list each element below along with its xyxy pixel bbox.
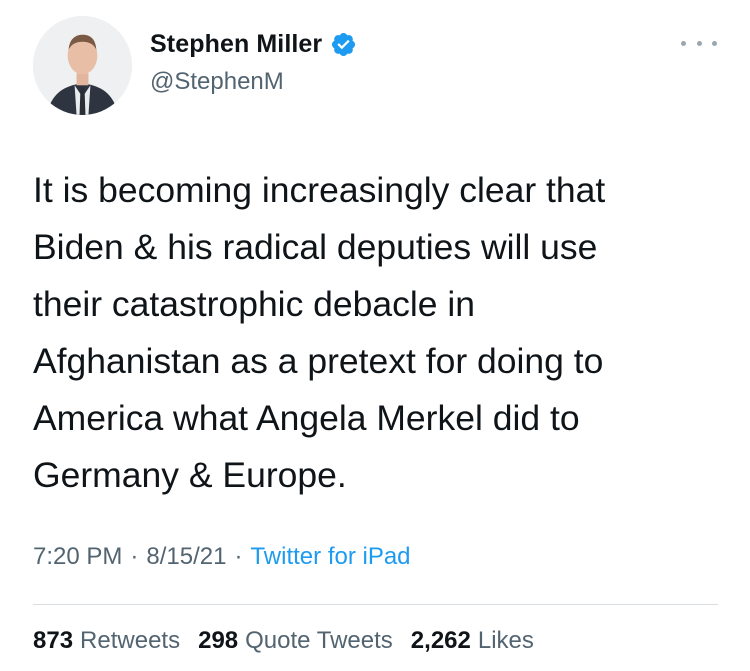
author-name-row[interactable]: Stephen Miller bbox=[150, 30, 357, 59]
tweet-card: Stephen Miller @StephenM It is becoming … bbox=[0, 0, 750, 671]
likes-stat[interactable]: 2,262 Likes bbox=[411, 627, 534, 655]
retweets-count: 873 bbox=[33, 627, 74, 654]
quote-tweets-count: 298 bbox=[198, 627, 239, 654]
tweet-text: It is becoming increasingly clear that B… bbox=[33, 170, 606, 495]
more-dot bbox=[696, 40, 702, 46]
more-dot bbox=[712, 40, 717, 46]
verified-badge-icon bbox=[330, 31, 357, 58]
tweet-meta: 7:20 PM · 8/15/21 · Twitter for iPad bbox=[33, 543, 411, 571]
meta-separator: · bbox=[130, 543, 139, 570]
quote-tweets-stat[interactable]: 298 Quote Tweets bbox=[198, 627, 393, 655]
retweets-stat[interactable]: 873 Retweets bbox=[33, 627, 180, 655]
likes-label: Likes bbox=[477, 627, 534, 654]
more-dot bbox=[681, 40, 686, 46]
avatar[interactable] bbox=[33, 16, 132, 115]
more-options-icon[interactable] bbox=[681, 33, 717, 53]
divider bbox=[33, 604, 718, 605]
tweet-date[interactable]: 8/15/21 bbox=[146, 543, 226, 571]
engagement-stats: 873 Retweets 298 Quote Tweets 2,262 Like… bbox=[33, 627, 552, 655]
likes-count: 2,262 bbox=[410, 627, 471, 654]
quote-tweets-label: Quote Tweets bbox=[245, 627, 393, 654]
author-display-name[interactable]: Stephen Miller bbox=[150, 30, 322, 59]
tweet-source-link[interactable]: Twitter for iPad bbox=[250, 543, 410, 571]
author-handle[interactable]: @StephenM bbox=[150, 68, 284, 96]
tweet-time[interactable]: 7:20 PM bbox=[33, 543, 122, 571]
retweets-label: Retweets bbox=[80, 627, 181, 654]
avatar-image bbox=[33, 16, 132, 115]
meta-separator: · bbox=[234, 543, 243, 570]
